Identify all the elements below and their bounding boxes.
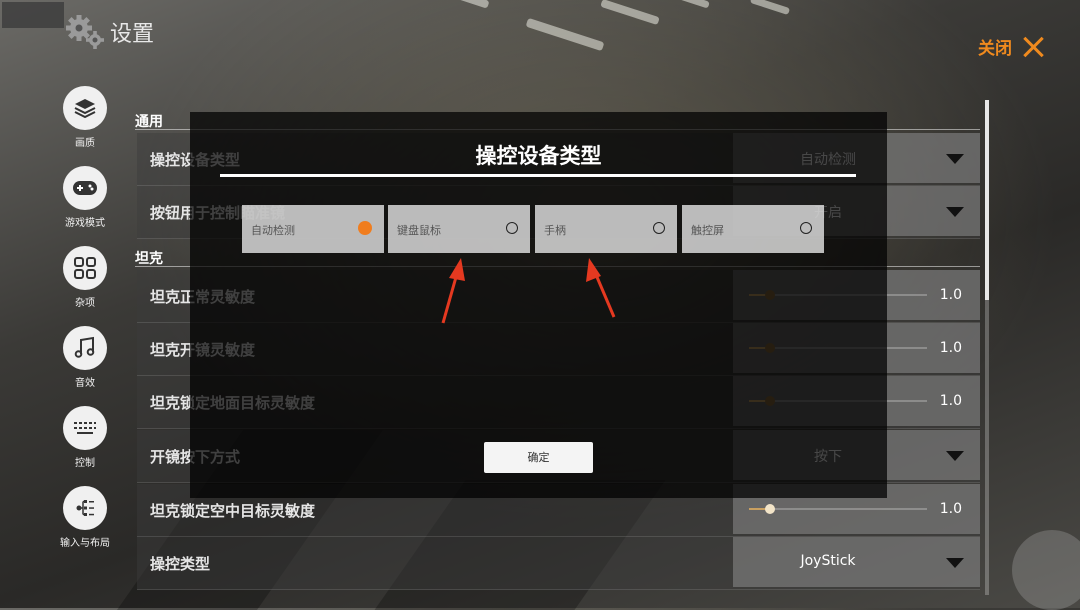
close-icon <box>1022 36 1044 58</box>
control-type-dropdown[interactable]: JoyStick <box>733 537 980 587</box>
sidebar-item-graphics[interactable]: 画质 <box>54 86 116 149</box>
sidebar-item-controls[interactable]: 控制 <box>54 406 116 469</box>
layers-icon <box>63 86 107 130</box>
device-type-modal: 操控设备类型 自动检测 键盘鼠标 手柄 触控屏 确定 <box>190 112 887 498</box>
option-touchscreen[interactable]: 触控屏 <box>682 205 824 253</box>
sidebar-item-label: 输入与布局 <box>60 538 110 549</box>
setting-row-control-type: 操控类型 JoyStick <box>137 537 980 590</box>
caret-down-icon <box>946 558 964 568</box>
section-header-tank: 坦克 <box>135 251 163 267</box>
dropdown-value: JoyStick <box>800 553 856 569</box>
setting-label: 坦克锁定空中目标灵敏度 <box>150 502 316 520</box>
sidebar-item-input-layout[interactable]: 输入与布局 <box>54 486 116 549</box>
close-button[interactable]: 关闭 <box>978 34 1044 59</box>
modal-title-underline <box>220 174 856 177</box>
slider-value: 1.0 <box>939 287 962 303</box>
radio-icon[interactable] <box>653 222 665 234</box>
slider-knob[interactable] <box>765 504 776 514</box>
sidebar-item-misc[interactable]: 杂项 <box>54 246 116 309</box>
sidebar-item-game-mode[interactable]: 游戏模式 <box>54 166 116 229</box>
caret-down-icon <box>946 451 964 461</box>
sidebar-item-label: 音效 <box>75 378 95 389</box>
radio-icon[interactable] <box>800 222 812 234</box>
modal-title: 操控设备类型 <box>475 144 602 168</box>
option-label: 触控屏 <box>691 224 724 237</box>
sidebar-item-label: 杂项 <box>75 298 95 309</box>
option-label: 手柄 <box>544 224 566 237</box>
slider-value: 1.0 <box>939 393 962 409</box>
sidebar-item-label: 控制 <box>75 458 95 469</box>
debug-overlay <box>2 2 64 28</box>
gear-icon <box>66 15 104 49</box>
music-note-icon <box>63 326 107 370</box>
radio-icon[interactable] <box>506 222 518 234</box>
sidebar-item-audio[interactable]: 音效 <box>54 326 116 389</box>
radio-selected-icon[interactable] <box>358 221 372 235</box>
keyboard-icon <box>63 406 107 450</box>
option-label: 键盘鼠标 <box>397 224 441 237</box>
option-label: 自动检测 <box>251 224 295 237</box>
caret-down-icon <box>946 154 964 164</box>
slider-track[interactable] <box>749 504 927 514</box>
section-header-general: 通用 <box>135 114 163 130</box>
gamepad-icon <box>63 166 107 210</box>
slider-value: 1.0 <box>939 340 962 356</box>
confirm-button[interactable]: 确定 <box>484 442 593 473</box>
slider-value: 1.0 <box>939 501 962 517</box>
scrollbar-thumb[interactable] <box>985 100 989 300</box>
option-auto-detect[interactable]: 自动检测 <box>242 205 384 253</box>
virtual-joystick[interactable] <box>1012 530 1080 610</box>
close-label: 关闭 <box>978 39 1012 59</box>
page-title: 设置 <box>110 22 155 47</box>
tree-icon <box>63 486 107 530</box>
sidebar-item-label: 游戏模式 <box>65 218 105 229</box>
setting-label: 操控类型 <box>150 555 211 573</box>
caret-down-icon <box>946 207 964 217</box>
option-keyboard-mouse[interactable]: 键盘鼠标 <box>388 205 530 253</box>
grid-icon <box>63 246 107 290</box>
sidebar-item-label: 画质 <box>75 138 95 149</box>
option-gamepad[interactable]: 手柄 <box>535 205 677 253</box>
